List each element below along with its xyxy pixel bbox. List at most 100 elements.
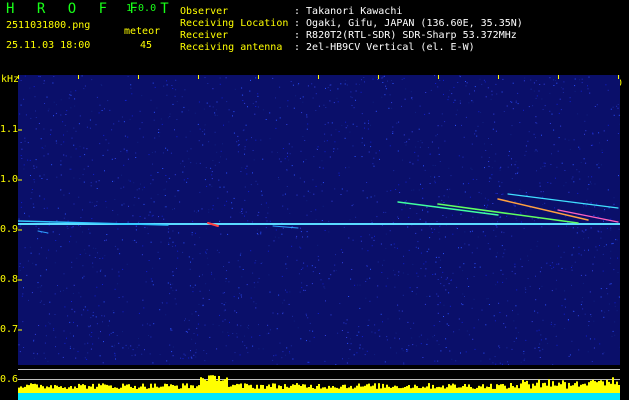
noise-pixel	[415, 232, 417, 234]
noise-pixel	[616, 239, 618, 241]
noise-pixel	[493, 113, 495, 115]
noise-pixel	[129, 118, 131, 120]
noise-pixel	[74, 311, 76, 313]
noise-pixel	[151, 280, 153, 282]
noise-pixel	[367, 250, 369, 252]
noise-pixel	[43, 83, 45, 84]
noise-pixel	[415, 345, 417, 347]
noise-pixel	[441, 125, 443, 127]
noise-pixel	[198, 314, 200, 316]
noise-pixel	[606, 139, 608, 141]
noise-pixel	[361, 248, 363, 250]
level-bar	[538, 379, 540, 393]
noise-pixel	[612, 242, 614, 244]
noise-pixel	[175, 245, 176, 247]
noise-pixel	[408, 249, 410, 251]
noise-pixel	[457, 203, 459, 205]
noise-pixel	[46, 207, 48, 209]
noise-pixel	[535, 97, 537, 99]
noise-pixel	[364, 354, 366, 356]
level-bar	[416, 386, 418, 393]
level-bar	[232, 384, 234, 393]
noise-pixel	[89, 119, 91, 121]
noise-pixel	[352, 239, 354, 241]
noise-pixel	[544, 202, 546, 204]
noise-pixel	[411, 97, 413, 99]
level-bar	[324, 387, 326, 393]
noise-pixel	[607, 189, 609, 191]
noise-pixel	[255, 106, 257, 107]
noise-pixel	[594, 106, 596, 107]
level-bar	[42, 386, 44, 393]
noise-pixel	[81, 75, 83, 77]
noise-pixel	[117, 214, 119, 216]
noise-pixel	[96, 286, 98, 288]
noise-pixel	[240, 294, 242, 296]
noise-pixel	[58, 353, 60, 355]
noise-pixel	[73, 335, 74, 337]
noise-pixel	[68, 192, 70, 194]
noise-pixel	[138, 338, 139, 340]
noise-pixel	[96, 96, 98, 98]
noise-pixel	[533, 82, 535, 84]
noise-pixel	[117, 283, 119, 285]
level-bar	[578, 386, 580, 393]
noise-pixel	[241, 167, 243, 169]
noise-pixel	[186, 150, 188, 152]
noise-pixel	[329, 100, 331, 102]
noise-pixel	[370, 124, 371, 126]
noise-pixel	[174, 129, 175, 131]
noise-pixel	[505, 326, 507, 328]
noise-pixel	[299, 97, 301, 99]
noise-pixel	[275, 354, 277, 356]
noise-pixel	[257, 281, 259, 283]
noise-pixel	[440, 350, 442, 352]
noise-pixel	[237, 260, 239, 262]
noise-pixel	[27, 142, 29, 144]
noise-pixel	[135, 225, 137, 227]
noise-pixel	[73, 284, 75, 286]
level-bar	[284, 384, 286, 393]
noise-pixel	[547, 182, 549, 183]
noise-pixel	[587, 85, 588, 87]
noise-pixel	[75, 130, 77, 132]
noise-pixel	[138, 188, 140, 190]
noise-pixel	[209, 289, 210, 291]
noise-pixel	[241, 296, 242, 298]
noise-pixel	[66, 225, 68, 227]
noise-pixel	[361, 142, 363, 144]
noise-pixel	[538, 347, 540, 348]
noise-pixel	[351, 105, 353, 106]
noise-pixel	[195, 356, 197, 358]
level-bar	[386, 384, 388, 393]
noise-pixel	[523, 109, 524, 111]
level-bar	[340, 386, 342, 393]
noise-pixel	[393, 170, 395, 172]
noise-pixel	[595, 246, 597, 248]
noise-pixel	[437, 304, 439, 306]
level-bar	[584, 383, 586, 393]
noise-pixel	[439, 238, 441, 240]
noise-pixel	[439, 302, 441, 304]
noise-pixel	[303, 181, 305, 183]
noise-pixel	[554, 207, 556, 209]
noise-pixel	[387, 318, 389, 320]
noise-pixel	[324, 151, 326, 153]
noise-pixel	[399, 192, 401, 193]
y-tick-label: 0.7	[0, 324, 19, 335]
noise-pixel	[551, 262, 553, 264]
level-bar	[270, 387, 272, 393]
level-bar	[24, 386, 26, 393]
noise-pixel	[499, 169, 501, 171]
level-bar	[474, 388, 476, 393]
noise-pixel	[128, 205, 129, 207]
noise-pixel	[114, 245, 116, 247]
noise-pixel	[204, 324, 206, 326]
noise-pixel	[105, 139, 107, 141]
noise-pixel	[456, 228, 458, 229]
noise-pixel	[546, 263, 548, 265]
noise-pixel	[474, 133, 476, 135]
noise-pixel	[534, 150, 536, 152]
noise-pixel	[281, 357, 283, 359]
noise-pixel	[19, 269, 21, 271]
